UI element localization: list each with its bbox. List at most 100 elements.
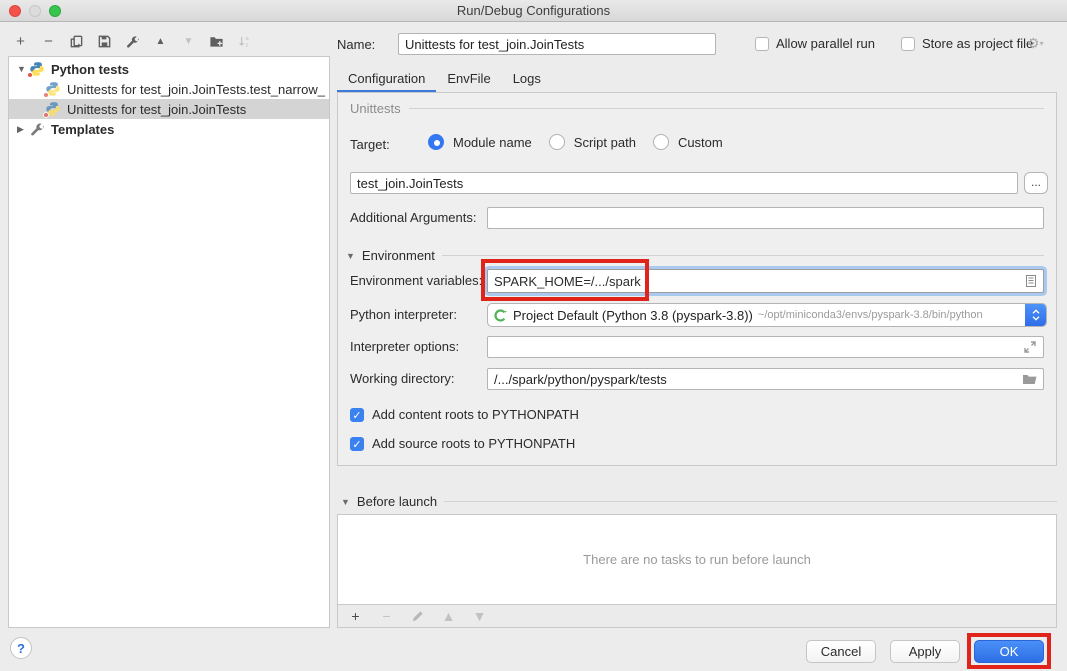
environment-variables-label: Environment variables: [350,273,482,288]
python-test-config-icon [45,101,61,117]
title-bar: Run/Debug Configurations [0,0,1067,22]
source-roots-label: Add source roots to PYTHONPATH [372,436,575,451]
radio-script-path[interactable] [549,134,565,150]
sort-alphabetically-icon[interactable]: az [236,33,253,50]
collapse-arrow-icon[interactable]: ▼ [346,251,355,261]
add-configuration-icon[interactable]: + [12,33,29,50]
before-launch-toolbar: + − ▲ ▼ [337,605,1057,628]
unittests-group-header: Unittests [350,101,1044,116]
environment-section-header[interactable]: ▼ Environment [346,248,1044,263]
content-roots-label: Add content roots to PYTHONPATH [372,407,579,422]
interpreter-options-label: Interpreter options: [350,339,459,354]
expand-field-icon[interactable] [1022,339,1038,355]
close-window-button[interactable] [9,5,21,17]
store-as-project-file-option[interactable]: Store as project file [901,36,1033,51]
collapse-arrow-icon[interactable]: ▼ [341,497,350,507]
target-label: Target: [350,137,390,152]
python-test-config-icon [45,81,61,97]
interpreter-options-input[interactable] [487,336,1044,358]
tab-logs[interactable]: Logs [502,66,552,93]
python-tests-icon [29,61,45,77]
minimize-window-button[interactable] [29,5,41,17]
radio-module-name[interactable] [428,134,444,150]
store-settings-gear-icon[interactable]: ⚙▾ [1027,35,1044,52]
radio-script-path-label: Script path [574,135,636,150]
move-down-icon[interactable]: ▼ [180,33,197,50]
radio-module-name-label: Module name [453,135,532,150]
tree-item-jointests-selected[interactable]: Unittests for test_join.JoinTests [9,99,329,119]
expand-arrow-icon[interactable]: ▶ [17,124,29,135]
browse-module-button[interactable]: ... [1024,172,1048,194]
edit-templates-icon[interactable] [124,33,141,50]
window-controls [9,5,61,17]
remove-configuration-icon[interactable]: − [40,33,57,50]
before-launch-task-list[interactable]: There are no tasks to run before launch [337,514,1057,605]
python-interpreter-label: Python interpreter: [350,307,457,322]
tree-item-label: Templates [51,122,114,137]
move-up-icon[interactable]: ▲ [152,33,169,50]
before-launch-empty-message: There are no tasks to run before launch [583,552,811,567]
add-task-icon[interactable]: + [347,608,364,625]
working-directory-label: Working directory: [350,371,455,386]
move-task-down-icon[interactable]: ▼ [471,608,488,625]
browse-folder-icon[interactable] [1022,371,1038,387]
tree-item-test-narrow[interactable]: Unittests for test_join.JoinTests.test_n… [9,79,329,99]
copy-configuration-icon[interactable] [68,33,85,50]
allow-parallel-run-label: Allow parallel run [776,36,875,51]
cancel-button[interactable]: Cancel [806,640,876,663]
tree-item-label: Unittests for test_join.JoinTests [67,102,246,117]
dropdown-stepper-icon[interactable] [1025,303,1046,327]
radio-custom-label: Custom [678,135,723,150]
ok-button[interactable]: OK [974,640,1044,663]
configurations-toolbar: + − ▲ ▼ az [12,31,253,51]
environment-variables-field[interactable]: SPARK_HOME=/.../spark [487,269,1044,293]
apply-button[interactable]: Apply [890,640,960,663]
run-badge-icon [27,72,33,78]
source-roots-checkbox[interactable]: ✓ [350,437,364,451]
help-button[interactable]: ? [10,637,32,659]
python-interpreter-select[interactable]: Project Default (Python 3.8 (pyspark-3.8… [487,303,1047,327]
tree-item-label: Unittests for test_join.JoinTests.test_n… [67,82,325,97]
store-as-project-file-checkbox[interactable] [901,37,915,51]
name-label: Name: [337,37,375,52]
source-roots-option[interactable]: ✓ Add source roots to PYTHONPATH [350,436,575,451]
tab-envfile[interactable]: EnvFile [436,66,501,93]
move-task-up-icon[interactable]: ▲ [440,608,457,625]
tree-item-label: Python tests [51,62,129,77]
run-badge-icon [43,112,49,118]
edit-task-icon[interactable] [409,608,426,625]
content-roots-option[interactable]: ✓ Add content roots to PYTHONPATH [350,407,579,422]
working-directory-input[interactable] [487,368,1044,390]
radio-custom[interactable] [653,134,669,150]
run-badge-icon [43,92,49,98]
zoom-window-button[interactable] [49,5,61,17]
content-roots-checkbox[interactable]: ✓ [350,408,364,422]
module-name-input[interactable] [350,172,1018,194]
tree-item-python-tests[interactable]: ▼ Python tests [9,59,329,79]
interpreter-path: ~/opt/miniconda3/envs/pyspark-3.8/bin/py… [758,309,1025,321]
additional-arguments-label: Additional Arguments: [350,210,476,225]
allow-parallel-run-option[interactable]: Allow parallel run [755,36,875,51]
save-configuration-icon[interactable] [96,33,113,50]
svg-text:a: a [245,36,249,42]
name-row: Name: Allow parallel run Store as projec… [337,33,1057,55]
remove-task-icon[interactable]: − [378,608,395,625]
new-folder-icon[interactable] [208,33,225,50]
allow-parallel-run-checkbox[interactable] [755,37,769,51]
configuration-panel: Unittests Target: Module name Script pat… [337,92,1057,466]
tab-bar: Configuration EnvFile Logs [337,66,552,93]
environment-variables-value: SPARK_HOME=/.../spark [494,274,1023,289]
edit-variables-icon[interactable] [1023,273,1039,289]
configurations-tree: ▼ Python tests Unittests for test_join.J… [8,56,330,628]
templates-wrench-icon [29,121,45,137]
before-launch-header[interactable]: ▼ Before launch [341,494,1057,509]
interpreter-value: Project Default (Python 3.8 (pyspark-3.8… [513,308,753,323]
tree-item-templates[interactable]: ▶ Templates [9,119,329,139]
additional-arguments-input[interactable] [487,207,1044,229]
store-as-project-file-label: Store as project file [922,36,1033,51]
conda-env-icon [493,308,508,323]
target-radio-group: Module name Script path Custom [428,134,731,150]
window-title: Run/Debug Configurations [457,3,610,18]
tab-configuration[interactable]: Configuration [337,66,436,93]
name-input[interactable] [398,33,716,55]
